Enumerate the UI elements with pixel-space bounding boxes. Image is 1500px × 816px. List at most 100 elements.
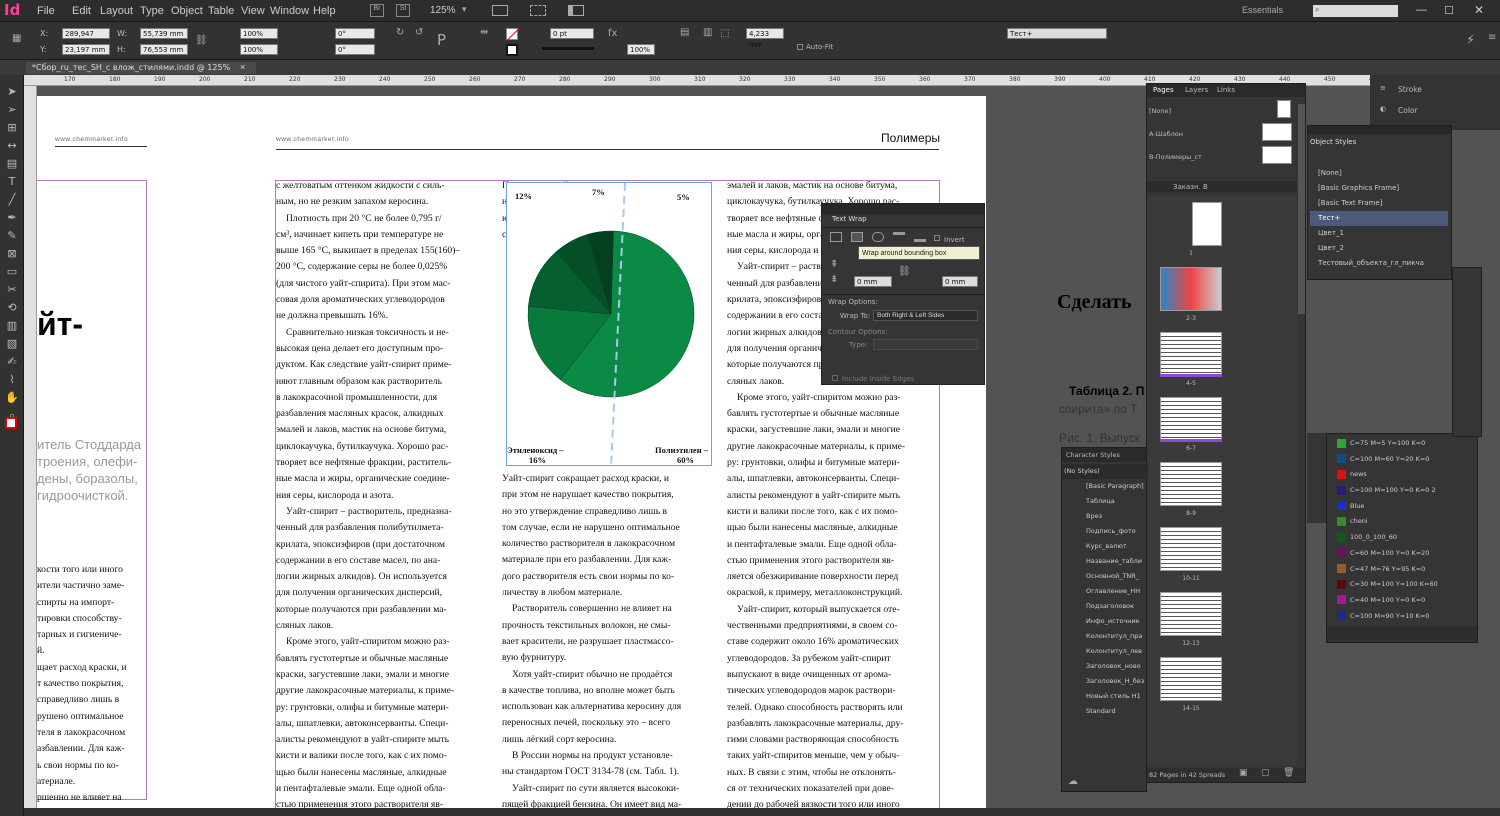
spread-thumb[interactable] xyxy=(1160,332,1222,376)
swatch-row[interactable]: C=100 M=90 Y=10 K=0 xyxy=(1327,609,1477,625)
content-collector-icon[interactable]: ▤ xyxy=(5,157,19,171)
fx-icon[interactable]: fx xyxy=(608,28,617,39)
swatch-row[interactable]: 100_0_100_60 xyxy=(1327,530,1477,546)
character-style-item[interactable]: Оглавление_НН xyxy=(1062,584,1148,599)
spread-thumb[interactable] xyxy=(1160,397,1222,441)
swatch-row[interactable]: C=47 M=76 Y=95 K=0 xyxy=(1327,562,1477,578)
wrap-object-shape-icon[interactable] xyxy=(872,232,884,242)
character-style-item[interactable]: Таблица xyxy=(1062,494,1148,509)
menu-type[interactable]: Type xyxy=(140,5,164,17)
text-path-icon[interactable]: P xyxy=(437,31,446,49)
character-style-item[interactable]: Подзаголовок xyxy=(1062,599,1148,614)
object-style-item[interactable]: Тест+ xyxy=(1310,211,1448,226)
character-style-item[interactable]: Колонтитул_лев xyxy=(1062,644,1148,659)
page-tool-icon[interactable]: ⊞ xyxy=(5,121,19,135)
maximize-button[interactable]: ☐ xyxy=(1444,4,1454,17)
jump-next-column-icon[interactable] xyxy=(914,232,926,242)
bottom-offset-field[interactable]: 0 mm xyxy=(854,276,892,287)
character-style-item[interactable]: Врез xyxy=(1062,509,1148,524)
swatch-row[interactable]: C=100 M=60 Y=20 K=0 xyxy=(1327,452,1477,468)
character-style-item[interactable]: Название_табли xyxy=(1062,554,1148,569)
search-input[interactable]: ⌕ xyxy=(1313,5,1398,17)
object-style-item[interactable]: [Basic Graphics Frame] xyxy=(1310,181,1448,196)
stroke-type-select[interactable] xyxy=(542,47,594,50)
invert-checkbox[interactable] xyxy=(934,235,940,241)
contour-type-select[interactable] xyxy=(873,339,978,350)
character-style-item[interactable]: (No Styles) xyxy=(1062,464,1148,479)
rectangle-tool-icon[interactable]: ▭ xyxy=(5,265,19,279)
width-field[interactable]: 55,739 mm xyxy=(140,28,188,39)
hand-tool-icon[interactable]: ✋ xyxy=(5,391,19,405)
arrange-documents-icon[interactable] xyxy=(568,5,584,16)
scissors-icon[interactable]: ✂ xyxy=(5,283,19,297)
y-field[interactable]: 23,197 mm xyxy=(62,44,110,55)
gap-tool-icon[interactable]: ↔ xyxy=(5,139,19,153)
lightning-icon[interactable]: ⚡ xyxy=(1466,33,1475,48)
x-field[interactable]: 289,947 mm xyxy=(62,28,110,49)
pages-scrollbar[interactable] xyxy=(1298,104,1305,314)
autofit-checkbox[interactable] xyxy=(797,44,803,50)
eyedropper-icon[interactable]: ⌇ xyxy=(5,373,19,387)
chevron-down-icon[interactable]: ▾ xyxy=(462,4,467,15)
menu-object[interactable]: Object xyxy=(171,5,203,17)
character-style-item[interactable]: Инфо_источник xyxy=(1062,614,1148,629)
spread-thumb[interactable] xyxy=(1160,267,1222,311)
include-inside-checkbox[interactable] xyxy=(832,375,838,381)
rotate-field[interactable]: 0° xyxy=(335,28,375,39)
document-tab[interactable]: *Сбор_ru_тес_SH_с влож_стилями.indd @ 12… xyxy=(26,62,256,74)
no-wrap-icon[interactable] xyxy=(830,232,842,242)
master-thumb[interactable] xyxy=(1277,100,1291,118)
color-icon[interactable]: ◐ xyxy=(1380,105,1386,113)
note-tool-icon[interactable]: ✍ xyxy=(5,355,19,369)
close-tab-icon[interactable]: × xyxy=(240,62,245,72)
workspace-switcher[interactable]: Essentials xyxy=(1242,5,1283,15)
tab-pages[interactable]: Pages xyxy=(1153,86,1174,94)
minimize-button[interactable]: — xyxy=(1416,4,1427,16)
fill-stroke-icon[interactable] xyxy=(5,417,17,429)
swatch-row[interactable]: C=40 M=100 Y=0 K=0 xyxy=(1327,593,1477,609)
right-offset-field[interactable]: 0 mm xyxy=(942,276,978,287)
master-item[interactable]: [None] xyxy=(1149,107,1171,115)
spread-thumb[interactable] xyxy=(1160,657,1222,701)
menu-window[interactable]: Window xyxy=(270,5,309,17)
master-thumb[interactable] xyxy=(1262,146,1292,164)
character-style-item[interactable]: Подпись_фото xyxy=(1062,524,1148,539)
order-select[interactable]: Заказн. В xyxy=(1173,183,1208,191)
swatch-row[interactable]: C=60 M=100 Y=0 K=20 xyxy=(1327,546,1477,562)
pencil-tool-icon[interactable]: ✎ xyxy=(5,229,19,243)
height-field[interactable]: 76,553 mm xyxy=(140,44,188,55)
reference-point-icon[interactable]: ▦ xyxy=(12,33,21,44)
stock-icon[interactable]: St xyxy=(396,4,410,17)
gradient-swatch-icon[interactable]: ▥ xyxy=(5,319,19,333)
stroke-swatch[interactable] xyxy=(506,44,518,56)
selection-tool-icon[interactable]: ➤ xyxy=(5,85,19,99)
menu-table[interactable]: Table xyxy=(208,5,234,17)
stroke-panel-button[interactable]: Stroke xyxy=(1398,85,1422,94)
color-panel-button[interactable]: Color xyxy=(1398,106,1418,115)
menu-view[interactable]: View xyxy=(241,5,265,17)
gap-tool-icon[interactable]: ⬚ xyxy=(720,28,729,39)
swatch-row[interactable]: C=75 M=5 Y=100 K=0 xyxy=(1327,436,1477,452)
object-style-item[interactable]: [Basic Text Frame] xyxy=(1310,196,1448,211)
wrap-bounding-box-icon[interactable] xyxy=(851,232,863,242)
chart-frame[interactable]: 12% 7% 5% Этиленоксид –16% Полиэтилен –60% xyxy=(506,182,712,468)
gap-field[interactable]: 4,233 mm xyxy=(746,28,784,49)
spread-thumb[interactable] xyxy=(1160,462,1222,506)
character-style-item[interactable]: Заголовок_Н_без xyxy=(1062,674,1148,689)
object-style-item[interactable]: Цвет_1 xyxy=(1310,226,1448,241)
cloud-icon[interactable]: ☁ xyxy=(1068,776,1078,787)
view-options-icon[interactable] xyxy=(492,5,508,16)
object-style-item[interactable]: [None] xyxy=(1310,166,1448,181)
direct-selection-icon[interactable]: ➢ xyxy=(5,103,19,117)
swatch-row[interactable]: Blue xyxy=(1327,499,1477,515)
rectangle-frame-icon[interactable]: ⊠ xyxy=(5,247,19,261)
object-style-item[interactable]: Тестовый_объекта_гл_пикча xyxy=(1310,256,1448,271)
swatch-row[interactable]: news xyxy=(1327,467,1477,483)
character-style-item[interactable]: Основной_TNR_ xyxy=(1062,569,1148,584)
distribute-icon[interactable]: ▥ xyxy=(703,27,712,38)
object-style-item[interactable]: Цвет_2 xyxy=(1310,241,1448,256)
panel-menu-icon[interactable]: ≡ xyxy=(1488,32,1496,43)
swatch-row[interactable]: cheni xyxy=(1327,514,1477,530)
spread-thumb[interactable] xyxy=(1160,527,1222,571)
tab-layers[interactable]: Layers xyxy=(1185,86,1208,94)
